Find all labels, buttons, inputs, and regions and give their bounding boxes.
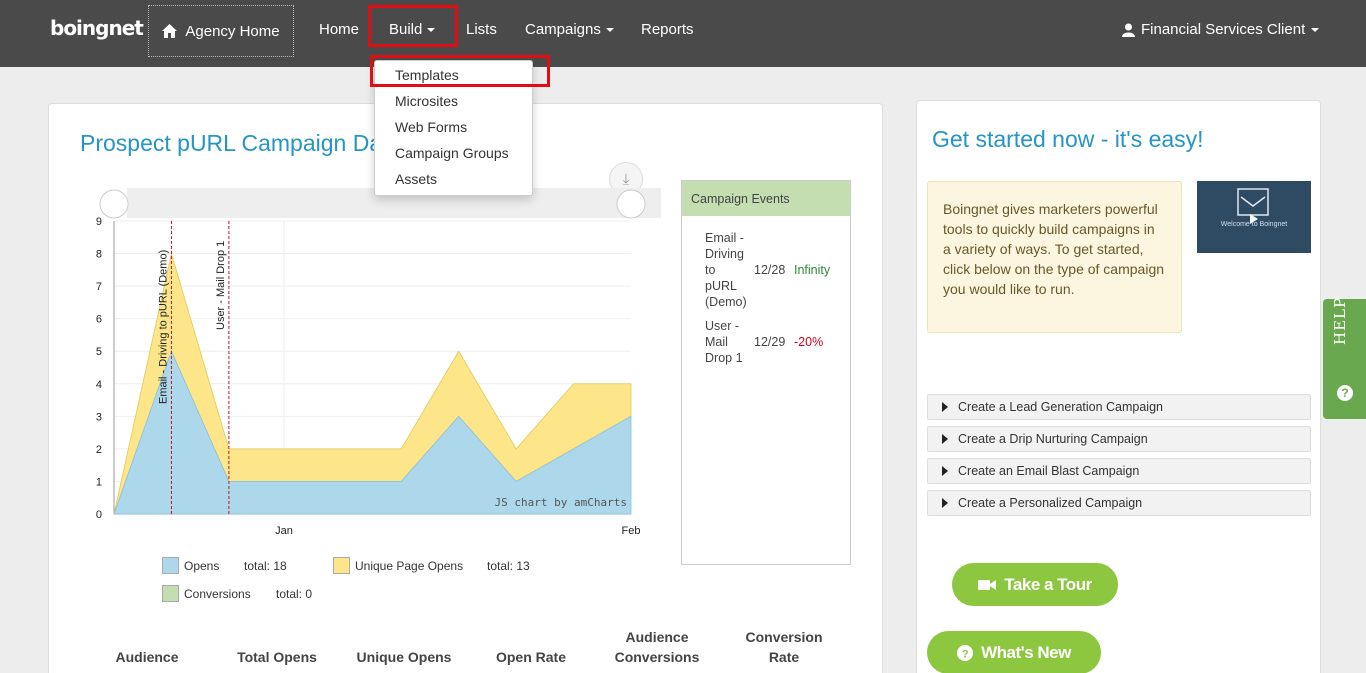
nav-campaigns-label: Campaigns	[525, 21, 601, 38]
campaign-events-box: Campaign Events Email - Driving to pURL …	[681, 180, 851, 565]
legend-swatch-opens	[162, 557, 179, 574]
build-highlight	[368, 5, 458, 47]
home-icon	[162, 24, 178, 38]
boingnet-logo[interactable]: boingnet	[50, 16, 144, 40]
event-date: 12/29	[754, 335, 786, 349]
guide-label: User - Mail Drop 1	[215, 241, 227, 330]
legend-swatch-conversions	[162, 585, 179, 602]
create-email-blast-campaign[interactable]: Create an Email Blast Campaign	[927, 458, 1311, 484]
accordion-label: Create a Personalized Campaign	[958, 496, 1143, 510]
legend-unique-total: total: 13	[487, 559, 530, 573]
y-tick-label: 5	[96, 346, 102, 358]
y-tick-label: 4	[96, 379, 102, 391]
y-tick-label: 1	[96, 476, 102, 488]
question-circle-icon: ?	[957, 644, 974, 661]
create-lead-generation-campaign[interactable]: Create a Lead Generation Campaign	[927, 394, 1311, 420]
agency-home-label: Agency Home	[185, 22, 280, 40]
y-tick-label: 9	[96, 216, 102, 228]
whats-new-button[interactable]: ? What's New	[927, 631, 1101, 673]
welcome-video-thumbnail[interactable]: Welcome to Boingnet	[1197, 181, 1311, 253]
menu-item-web-forms[interactable]: Web Forms	[395, 119, 467, 135]
col-audience-conversions[interactable]: Audience Conversions	[607, 627, 707, 667]
x-tick-label: Jan	[275, 525, 293, 537]
user-icon	[1122, 23, 1135, 37]
event-change: -20%	[794, 335, 824, 349]
legend-opens[interactable]: Opens	[184, 559, 219, 573]
create-personalized-campaign[interactable]: Create a Personalized Campaign	[927, 490, 1311, 516]
legend-opens-total: total: 18	[244, 559, 287, 573]
campaign-chart: Email - Driving to pURL (Demo) User - Mai…	[96, 188, 661, 537]
take-a-tour-label: Take a Tour	[1004, 574, 1092, 594]
scroll-handle-left[interactable]	[99, 189, 129, 219]
col-conversion-rate[interactable]: Conversion Rate	[739, 627, 829, 667]
video-camera-icon	[978, 579, 997, 590]
help-tab[interactable]: HELP ?	[1323, 296, 1366, 419]
guide-label: Email - Driving to pURL (Demo)	[157, 250, 169, 404]
event-name: User - Mail Drop 1	[705, 319, 743, 365]
legend-swatch-unique	[333, 557, 350, 574]
whats-new-label: What's New	[981, 642, 1071, 662]
col-total-opens[interactable]: Total Opens	[227, 647, 327, 667]
caret-down-icon	[605, 28, 614, 33]
y-tick-label: 0	[96, 509, 102, 521]
nav-reports[interactable]: Reports	[641, 21, 694, 38]
nav-lists[interactable]: Lists	[466, 21, 497, 38]
legend-unique-page-opens[interactable]: Unique Page Opens	[355, 559, 463, 573]
user-menu[interactable]: Financial Services Client	[1122, 21, 1320, 38]
y-tick-label: 2	[96, 444, 102, 456]
get-started-panel: Get started now - it's easy! Boingnet gi…	[916, 100, 1321, 673]
triangle-right-icon	[942, 498, 948, 508]
question-icon: ?	[1337, 385, 1353, 401]
accordion-label: Create a Drip Nurturing Campaign	[958, 432, 1148, 446]
y-tick-label: 8	[96, 249, 102, 261]
play-icon	[1237, 188, 1269, 224]
col-open-rate[interactable]: Open Rate	[481, 647, 581, 667]
legend-conversions[interactable]: Conversions	[184, 587, 251, 601]
help-label: HELP	[1331, 296, 1349, 345]
top-navbar: boingnet Agency Home Home Build Lists Ca…	[0, 0, 1366, 67]
video-caption: Welcome to Boingnet	[1220, 221, 1288, 228]
create-drip-nurturing-campaign[interactable]: Create a Drip Nurturing Campaign	[927, 426, 1311, 452]
event-change: Infinity	[794, 263, 831, 277]
triangle-right-icon	[942, 434, 948, 444]
user-name: Financial Services Client	[1141, 21, 1306, 38]
menu-item-campaign-groups[interactable]: Campaign Groups	[395, 145, 509, 161]
triangle-right-icon	[942, 402, 948, 412]
event-name: Email - Driving to pURL (Demo)	[705, 231, 747, 309]
svg-text:?: ?	[962, 648, 969, 660]
campaign-events-title: Campaign Events	[682, 181, 850, 216]
y-tick-label: 6	[96, 314, 102, 326]
event-date: 12/28	[754, 263, 786, 277]
agency-home-button[interactable]: Agency Home	[148, 5, 294, 57]
y-tick-label: 7	[96, 281, 102, 293]
scroll-handle-right[interactable]	[616, 189, 646, 219]
templates-highlight	[370, 55, 550, 87]
triangle-right-icon	[942, 466, 948, 476]
accordion-label: Create a Lead Generation Campaign	[958, 400, 1163, 414]
info-box: Boingnet gives marketers powerful tools …	[927, 181, 1182, 333]
accordion-label: Create an Email Blast Campaign	[958, 464, 1140, 478]
chart-credit[interactable]: JS chart by amCharts	[495, 496, 627, 509]
take-a-tour-button[interactable]: Take a Tour	[952, 563, 1118, 606]
y-tick-label: 3	[96, 411, 102, 423]
nav-home[interactable]: Home	[319, 21, 359, 38]
col-unique-opens[interactable]: Unique Opens	[349, 647, 459, 667]
legend-conversions-total: total: 0	[276, 587, 313, 601]
get-started-title: Get started now - it's easy!	[932, 126, 1204, 152]
nav-campaigns[interactable]: Campaigns	[525, 21, 614, 38]
menu-item-microsites[interactable]: Microsites	[395, 93, 458, 109]
col-audience[interactable]: Audience	[97, 647, 197, 667]
caret-down-icon	[1311, 27, 1320, 32]
x-tick-label: Feb	[622, 525, 641, 537]
menu-item-assets[interactable]: Assets	[395, 171, 437, 187]
